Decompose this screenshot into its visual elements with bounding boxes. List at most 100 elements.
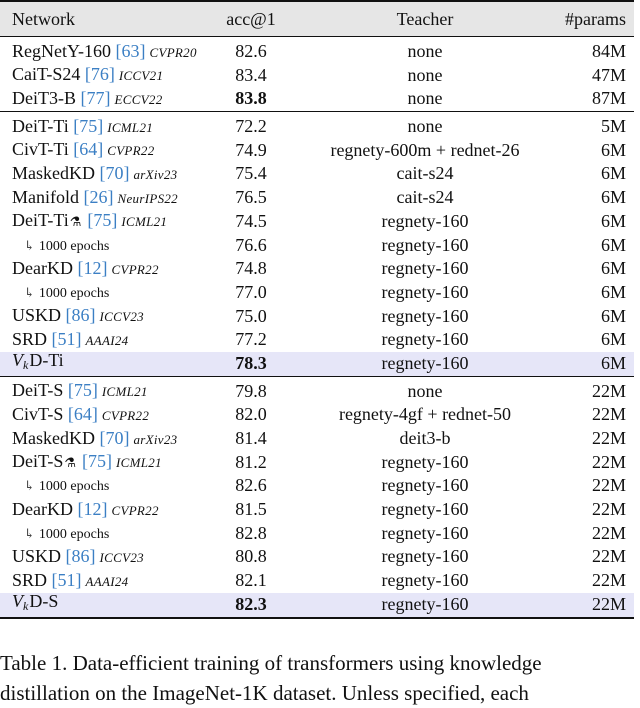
table-row: USKD [86] ICCV23 75.0 regnety-160 6M (0, 305, 634, 329)
table-row: DeiT3-B [77] ECCV22 83.8 none 87M (0, 87, 634, 111)
cell-teacher: regnety-4gf + rednet-50 (338, 404, 512, 425)
sub-label: 1000 epochs (38, 285, 110, 301)
cell-acc: 82.0 (235, 404, 267, 425)
cell-acc: 82.8 (235, 522, 267, 543)
cell-acc: 77.0 (235, 281, 267, 302)
cell-params: 6M (600, 139, 626, 160)
cell-network: ↳ 1000 epochs (0, 280, 208, 306)
cell-acc: 74.5 (235, 210, 267, 231)
citation-link[interactable]: [75] (82, 451, 112, 471)
cell-network: RegNetY-160 [63] CVPR20 (0, 40, 208, 65)
cell-acc: 83.8 (235, 88, 267, 109)
cell-teacher: deit3-b (399, 428, 451, 448)
cell-teacher: regnety-160 (381, 593, 469, 614)
cell-params: 22M (591, 451, 626, 472)
cell-teacher: regnety-160 (381, 546, 469, 567)
citation-link[interactable]: [76] (85, 64, 115, 84)
cell-teacher: cait-s24 (396, 187, 454, 208)
highlighted-row: VkD-Ti 78.3 regnety-160 6M (0, 349, 634, 378)
model-name: DearKD (12, 498, 73, 519)
sub-arrow-icon: ↳ (24, 478, 35, 494)
cell-params: 22M (591, 428, 626, 448)
cell-teacher: regnety-160 (381, 234, 469, 255)
cell-teacher: regnety-160 (381, 329, 469, 350)
sub-row-label: ↳ 1000 epochs (12, 478, 109, 494)
venue-label: ICML21 (107, 119, 154, 135)
citation-link[interactable]: [75] (73, 116, 103, 136)
citation-link[interactable]: [75] (68, 380, 98, 400)
citation-link[interactable]: [77] (80, 88, 110, 108)
venue-label: CVPR22 (107, 143, 155, 159)
venue-label: NeurIPS22 (117, 190, 178, 206)
table-row: DeiT-S⚗ [75] ICML21 81.2 regnety-160 22M (0, 451, 634, 475)
cell-params: 6M (600, 163, 626, 184)
cell-network: VkD-Ti (0, 349, 208, 378)
citation-link[interactable]: [70] (100, 428, 130, 448)
cell-teacher: regnety-160 (381, 570, 469, 591)
cell-params: 22M (591, 475, 626, 496)
results-table: Network acc@1 Teacher #params RegNetY-16… (0, 0, 634, 619)
cell-teacher: regnety-600m + rednet-26 (330, 139, 520, 160)
cell-network: MaskedKD [70] arXiv23 (0, 162, 208, 187)
model-name: DeiT-Ti (12, 210, 69, 231)
cell-params: 22M (591, 593, 626, 614)
venue-label: ICML21 (121, 214, 168, 230)
cell-network: VkD-S (0, 590, 208, 619)
header-teacher: Teacher (396, 9, 454, 29)
cell-params: 6M (600, 210, 626, 231)
sub-row-label: ↳ 1000 epochs (12, 285, 110, 301)
citation-link[interactable]: [64] (73, 139, 103, 159)
table-row: MaskedKD [70] arXiv23 81.4 deit3-b 22M (0, 427, 634, 451)
table-row: CivT-Ti [64] CVPR22 74.9 regnety-600m + red… (0, 139, 634, 163)
table-body: RegNetY-160 [63] CVPR20 82.6 none 84M CaiT-S2… (0, 37, 634, 619)
table-row: ↳ 1000 epochs 82.6 regnety-160 22M (0, 474, 634, 498)
cell-acc: 74.9 (235, 139, 267, 160)
citation-link[interactable]: [86] (66, 305, 96, 325)
cell-teacher: regnety-160 (381, 258, 469, 279)
cell-params: 22M (591, 546, 626, 567)
model-name: CaiT-S24 (12, 64, 81, 85)
cell-acc: 82.6 (235, 475, 267, 496)
citation-link[interactable]: [12] (77, 258, 107, 278)
cell-network: USKD [86] ICCV23 (0, 545, 208, 570)
cell-teacher: regnety-160 (381, 451, 469, 472)
citation-link[interactable]: [86] (66, 546, 96, 566)
venue-label: AAAI24 (85, 332, 129, 348)
citation-link[interactable]: [63] (115, 41, 145, 61)
sub-arrow-icon: ↳ (24, 237, 35, 253)
table-row: SRD [51] AAAI24 77.2 regnety-160 6M (0, 328, 634, 352)
method-name: D-Ti (29, 350, 64, 371)
citation-link[interactable]: [75] (87, 210, 117, 230)
sub-label: 1000 epochs (38, 238, 110, 254)
table-row: DeiT-Ti [75] ICML21 72.2 none 5M (0, 115, 634, 139)
method-symbol-k: k (23, 358, 29, 373)
table-row: CaiT-S24 [76] ICCV21 83.4 none 47M (0, 64, 634, 88)
cell-acc: 76.5 (235, 187, 267, 208)
method-symbol-v: V (12, 350, 23, 371)
cell-acc: 74.8 (235, 258, 267, 279)
cell-acc: 78.3 (235, 352, 267, 373)
model-name: CivT-Ti (12, 139, 69, 160)
cell-teacher: none (407, 64, 443, 85)
cell-teacher: none (407, 380, 443, 401)
cell-params: 6M (600, 305, 626, 326)
citation-link[interactable]: [26] (84, 187, 114, 207)
citation-link[interactable]: [51] (52, 329, 82, 349)
citation-link[interactable]: [64] (68, 404, 98, 424)
model-name: MaskedKD (12, 162, 95, 183)
model-name: USKD (12, 305, 62, 326)
cell-acc: 72.2 (235, 116, 267, 137)
model-name: DearKD (12, 257, 73, 278)
cell-network: DeiT3-B [77] ECCV22 (0, 87, 208, 112)
citation-link[interactable]: [51] (52, 570, 82, 590)
model-name: USKD (12, 545, 62, 566)
cell-acc: 81.4 (235, 428, 267, 448)
cell-params: 84M (591, 41, 626, 61)
cell-teacher: regnety-160 (381, 522, 469, 543)
cell-network: ↳ 1000 epochs (0, 473, 208, 499)
citation-link[interactable]: [12] (77, 499, 107, 519)
table-row: USKD [86] ICCV23 80.8 regnety-160 22M (0, 545, 634, 569)
cell-params: 22M (591, 380, 626, 401)
citation-link[interactable]: [70] (100, 163, 130, 183)
cell-network: DeiT-S⚗ [75] ICML21 (0, 450, 208, 475)
